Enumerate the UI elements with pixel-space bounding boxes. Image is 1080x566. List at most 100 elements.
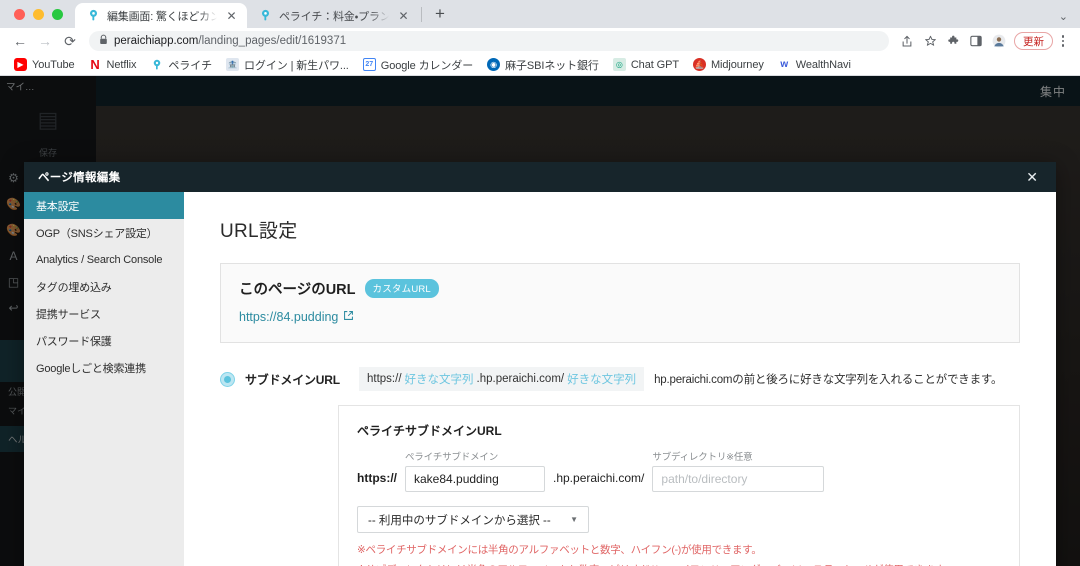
bookmark-label: 麻子SBIネット銀行 [505, 59, 599, 72]
address-bar-url: peraichiapp.com/landing_pages/edit/16193… [114, 35, 346, 47]
maximize-window-button[interactable] [52, 8, 63, 20]
bookmark-chatgpt[interactable]: ◎ Chat GPT [607, 56, 685, 74]
bookmark-netflix[interactable]: N Netflix [83, 56, 143, 74]
reload-button[interactable]: ⟳ [58, 29, 82, 53]
pattern-scheme: https:// [367, 373, 402, 385]
bookmark-label: ペライチ [168, 59, 213, 72]
sidebar-item-partner-services[interactable]: 提携サービス [24, 300, 184, 327]
tab-divider [421, 6, 422, 22]
tab-title: 編集画面: 驚くほどカンタン！無料 [107, 10, 217, 23]
share-icon[interactable] [896, 30, 918, 52]
sidebar-item-analytics[interactable]: Analytics / Search Console [24, 246, 184, 273]
bookmark-label: Google カレンダー [380, 59, 474, 72]
bookmark-label: Midjourney [710, 58, 764, 71]
subdomain-field-label: ペライチサブドメイン [405, 452, 499, 463]
close-icon[interactable]: ✕ [1022, 168, 1042, 186]
sidebar-item-tags[interactable]: タグの埋め込み [24, 273, 184, 300]
peraichi-icon [150, 58, 163, 71]
subdirectory-field-label: サブディレクトリ※任意 [652, 452, 753, 463]
bookmark-sbi-bank[interactable]: ◉ 麻子SBIネット銀行 [481, 56, 605, 74]
browser-tab-1[interactable]: 編集画面: 驚くほどカンタン！無料 ✕ [75, 3, 247, 28]
url-domain: peraichiapp.com [114, 35, 199, 47]
current-url-card-header: このページのURL カスタムURL [239, 278, 1001, 299]
bookmark-youtube[interactable]: ▶ YouTube [8, 56, 81, 74]
select-value: -- 利用中のサブドメインから選択 -- [368, 514, 551, 527]
subdomain-url-radio[interactable] [220, 371, 235, 387]
sbi-icon: ◉ [487, 58, 501, 71]
subdirectory-input[interactable] [652, 466, 825, 492]
modal-header: ページ情報編集 ✕ [24, 162, 1056, 192]
wealthnavi-icon: w [780, 59, 789, 70]
bookmark-star-icon[interactable] [919, 30, 941, 52]
modal-sidebar: 基本設定 OGP（SNSシェア設定） Analytics / Search Co… [24, 192, 184, 566]
sidebar-item-google-jobs[interactable]: Googleしごと検索連携 [24, 354, 184, 381]
subdirectory-note: ※サブディレクトリには半角のアルファベットと数字、ピリオド(.)、ハイフン(-)… [357, 562, 1001, 566]
minimize-window-button[interactable] [33, 8, 44, 20]
scheme-label: https:// [357, 471, 397, 485]
status-badge: カスタムURL [364, 278, 439, 299]
side-panel-icon[interactable] [965, 30, 987, 52]
caret-down-icon: ▼ [570, 515, 578, 524]
pattern-middle: .hp.peraichi.com/ [476, 373, 565, 385]
subdomain-field-group: ペライチサブドメイン [405, 449, 545, 492]
subdirectory-field-group: サブディレクトリ※任意 [652, 449, 825, 492]
new-tab-button[interactable]: + [427, 1, 453, 27]
page-info-edit-modal: ページ情報編集 ✕ 基本設定 OGP（SNSシェア設定） Analytics /… [24, 162, 1056, 566]
close-tab-button[interactable]: ✕ [396, 8, 411, 23]
peraichi-subdomain-panel: ペライチサブドメインURL https:// ペライチサブドメイン .hp.pe… [338, 405, 1020, 566]
window-controls[interactable] [10, 0, 75, 28]
current-url-card: このページのURL カスタムURL https://84.pudding [220, 263, 1020, 343]
browser-window: 編集画面: 驚くほどカンタン！無料 ✕ ペライチ：料金・プラン一覧 ✕ + ⌄ … [0, 0, 1080, 566]
subdomain-url-pattern: https:// 好きな文字列 .hp.peraichi.com/ 好きな文字列 [359, 367, 645, 391]
extensions-puzzle-icon[interactable] [942, 30, 964, 52]
current-url-title: このページのURL [239, 282, 356, 298]
chatgpt-icon: ◎ [612, 58, 626, 71]
subdomain-note: ※ペライチサブドメインには半角のアルファベットと数字、ハイフン(-)が使用できま… [357, 544, 762, 556]
profile-avatar-icon[interactable] [988, 30, 1010, 52]
forward-button[interactable]: → [33, 29, 57, 53]
bookmark-peraichi[interactable]: ペライチ [144, 56, 218, 74]
bookmark-google-calendar[interactable]: 27 Google カレンダー [357, 56, 479, 74]
current-url-text: https://84.pudding [239, 310, 339, 324]
subdomain-url-option[interactable]: サブドメインURL https:// 好きな文字列 .hp.peraichi.c… [220, 367, 1020, 391]
page-viewport: 集中 マイ… ▤ 保存 ⚙ ページ情 🎨 テ 🎨 テ A フ ◳ [0, 76, 1080, 566]
panel-title: ペライチサブドメインURL [357, 424, 502, 438]
bank-icon: 🏦 [226, 58, 240, 71]
middle-domain-label: .hp.peraichi.com/ [553, 471, 645, 485]
peraichi-icon [86, 9, 100, 23]
bookmark-shinsei-bank[interactable]: 🏦 ログイン | 新生パワ... [220, 56, 355, 74]
bookmarks-bar: ▶ YouTube N Netflix ペライチ 🏦 ログイン | 新生パワ..… [0, 54, 1080, 76]
bookmark-wealthnavi[interactable]: w WealthNavi [772, 56, 857, 74]
existing-subdomain-select[interactable]: -- 利用中のサブドメインから選択 -- ▼ [357, 506, 589, 533]
modal-content: URL設定 このページのURL カスタムURL https://84.puddi… [184, 192, 1056, 566]
update-button[interactable]: 更新 [1014, 32, 1053, 50]
calendar-icon: 27 [362, 58, 376, 71]
close-window-button[interactable] [14, 8, 25, 20]
page-title: URL設定 [220, 221, 298, 242]
address-bar[interactable]: peraichiapp.com/landing_pages/edit/16193… [89, 31, 889, 51]
browser-toolbar: ← → ⟳ peraichiapp.com/landing_pages/edit… [0, 28, 1080, 54]
tab-title: ペライチ：料金・プラン一覧 [279, 10, 389, 23]
pattern-placeholder-2: 好きな文字列 [567, 374, 637, 386]
modal-title: ページ情報編集 [38, 172, 121, 184]
tab-strip: 編集画面: 驚くほどカンタン！無料 ✕ ペライチ：料金・プラン一覧 ✕ + ⌄ [0, 0, 1080, 28]
current-url-link[interactable]: https://84.pudding [239, 310, 354, 324]
bookmark-label: Chat GPT [630, 58, 679, 71]
bookmark-label: ログイン | 新生パワ... [244, 59, 349, 72]
netflix-icon: N [90, 57, 100, 72]
sidebar-item-ogp[interactable]: OGP（SNSシェア設定） [24, 219, 184, 246]
lock-icon [99, 34, 108, 48]
subdomain-input[interactable] [405, 466, 545, 492]
external-link-icon [343, 310, 354, 324]
bookmark-midjourney[interactable]: ⛵ Midjourney [687, 56, 770, 74]
chevron-down-icon[interactable]: ⌄ [1059, 10, 1068, 23]
kebab-menu-icon[interactable] [1054, 35, 1072, 47]
close-tab-button[interactable]: ✕ [224, 8, 239, 23]
modal-body: 基本設定 OGP（SNSシェア設定） Analytics / Search Co… [24, 192, 1056, 566]
browser-tab-2[interactable]: ペライチ：料金・プラン一覧 ✕ [247, 3, 419, 28]
bookmark-label: YouTube [32, 58, 75, 71]
subdomain-url-label: サブドメインURL [245, 372, 340, 387]
back-button[interactable]: ← [8, 29, 32, 53]
sidebar-item-basic-settings[interactable]: 基本設定 [24, 192, 184, 219]
sidebar-item-password-protection[interactable]: パスワード保護 [24, 327, 184, 354]
